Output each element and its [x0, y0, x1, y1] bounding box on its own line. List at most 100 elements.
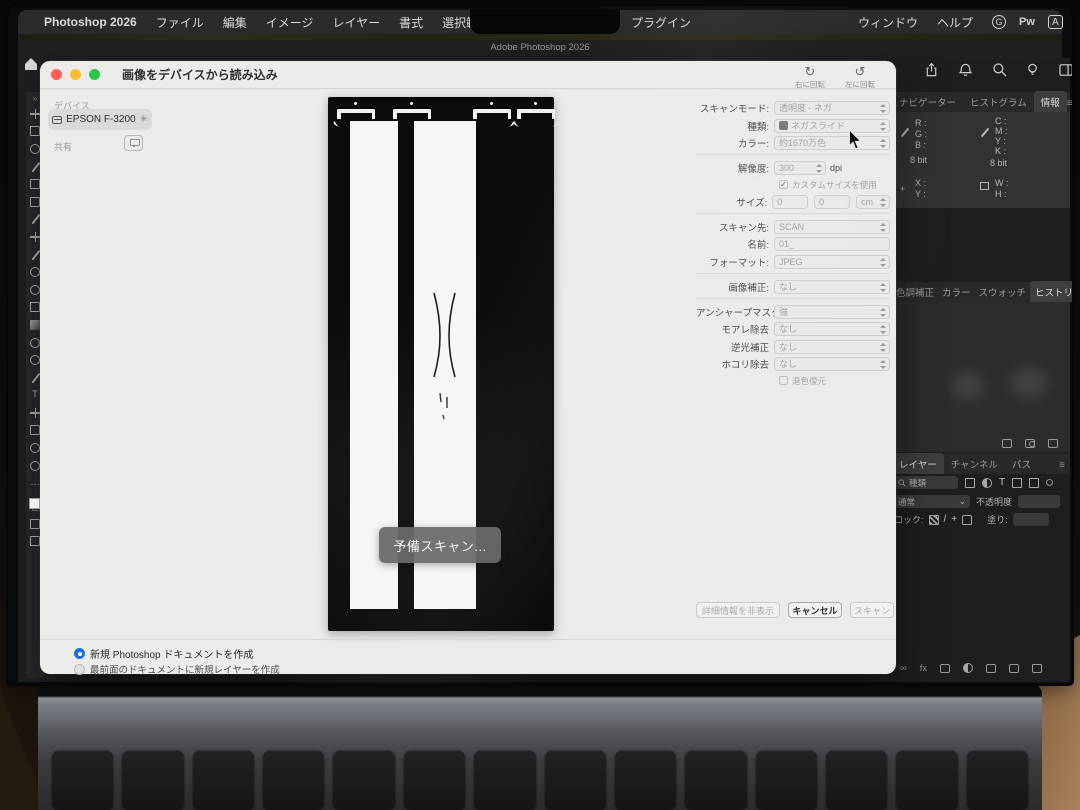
scan-mode-select[interactable]: 透明度 - ネガ	[774, 101, 890, 115]
eyedropper-tool-icon[interactable]	[30, 214, 40, 224]
menu-help[interactable]: ヘルプ	[937, 14, 973, 31]
tab-color[interactable]: カラー	[938, 281, 975, 302]
layer-filter-select[interactable]: 種類	[894, 476, 958, 489]
pen-tool-icon[interactable]	[30, 373, 40, 383]
cancel-button[interactable]: キャンセル	[788, 602, 842, 618]
scan-to-select[interactable]: SCAN	[774, 220, 890, 234]
screen-mode-icon[interactable]	[30, 536, 40, 546]
lock-transparency-icon[interactable]	[929, 515, 939, 525]
shared-device-icon[interactable]	[124, 135, 143, 151]
color-select[interactable]: 約1670万色	[774, 136, 890, 150]
filter-shape-layers-icon[interactable]	[1012, 478, 1022, 488]
size-height-field[interactable]: 0	[814, 195, 850, 209]
scan-button[interactable]: スキャン	[850, 602, 894, 618]
quick-selection-tool-icon[interactable]	[30, 162, 40, 172]
dust-removal-select[interactable]: なし	[774, 357, 890, 371]
path-selection-tool-icon[interactable]	[30, 408, 40, 418]
tab-navigator[interactable]: ナビゲーター	[892, 91, 963, 112]
filter-toggle-icon[interactable]	[1046, 479, 1053, 486]
clone-stamp-tool-icon[interactable]	[30, 267, 40, 277]
notifications-bell-icon[interactable]	[958, 62, 973, 83]
input-source-icon[interactable]: A	[1048, 15, 1063, 29]
quick-mask-icon[interactable]	[30, 519, 40, 529]
image-correction-select[interactable]: なし	[774, 280, 890, 294]
new-document-from-state-icon[interactable]	[1002, 439, 1012, 448]
new-snapshot-icon[interactable]	[1025, 439, 1035, 448]
home-icon[interactable]	[25, 60, 37, 70]
zoom-button[interactable]	[89, 69, 100, 80]
descreening-select[interactable]: なし	[774, 322, 890, 336]
gradient-tool-icon[interactable]	[30, 320, 40, 330]
menu-edit[interactable]: 編集	[223, 14, 247, 31]
rotate-left-button[interactable]: ↺ 左に回転	[836, 65, 884, 90]
layer-effects-icon[interactable]: fx	[920, 663, 927, 674]
custom-size-checkbox[interactable]: ✓ カスタムサイズを使用	[779, 179, 890, 191]
tab-channels[interactable]: チャンネル	[944, 453, 1005, 474]
minimize-button[interactable]	[70, 69, 81, 80]
link-layers-icon[interactable]: ∞	[900, 663, 907, 674]
marquee-tool-icon[interactable]	[30, 126, 40, 136]
lasso-tool-icon[interactable]	[30, 144, 40, 154]
size-width-field[interactable]: 0	[772, 195, 808, 209]
tab-history[interactable]: ヒストリー	[1030, 281, 1072, 302]
menu-layer[interactable]: レイヤー	[332, 14, 380, 31]
tab-swatches[interactable]: スウォッチ	[975, 281, 1031, 302]
new-group-icon[interactable]	[986, 664, 996, 673]
eraser-tool-icon[interactable]	[30, 302, 40, 312]
filter-smart-objects-icon[interactable]	[1029, 478, 1039, 488]
delete-state-icon[interactable]	[1048, 439, 1058, 448]
arrange-panels-icon[interactable]	[1059, 63, 1072, 82]
hide-details-button[interactable]: 詳細情報を非表示	[696, 602, 780, 618]
tab-info[interactable]: 情報	[1034, 91, 1067, 112]
menu-file[interactable]: ファイル	[156, 14, 204, 31]
brush-tool-icon[interactable]	[30, 250, 40, 260]
close-button[interactable]	[51, 69, 62, 80]
tab-histogram[interactable]: ヒストグラム	[963, 91, 1034, 112]
menu-plugins[interactable]: プラグイン	[631, 14, 691, 31]
search-icon[interactable]	[992, 62, 1007, 82]
circle-g-status-icon[interactable]: G	[992, 15, 1006, 29]
delete-layer-icon[interactable]	[1032, 664, 1042, 673]
lock-paint-icon[interactable]: /	[944, 515, 947, 525]
format-select[interactable]: JPEG	[774, 255, 890, 269]
lock-all-icon[interactable]	[962, 515, 972, 525]
radio-new-layer[interactable]: 最前面のドキュメントに新規レイヤーを作成	[74, 662, 280, 676]
filter-pixel-layers-icon[interactable]	[965, 478, 975, 488]
hand-tool-icon[interactable]	[30, 443, 40, 453]
device-item-epson[interactable]: EPSON F-3200 ✳	[48, 109, 152, 130]
kind-select[interactable]: ネガスライド	[774, 119, 890, 133]
move-tool-icon[interactable]	[30, 109, 40, 119]
pw-status-icon[interactable]: Pw	[1019, 16, 1035, 28]
discover-lightbulb-icon[interactable]	[1025, 62, 1040, 83]
menu-app-name[interactable]: Photoshop 2026	[44, 15, 137, 29]
history-brush-tool-icon[interactable]	[30, 285, 40, 295]
size-unit-select[interactable]: cm	[856, 195, 890, 209]
lock-position-icon[interactable]: +	[951, 515, 957, 525]
unsharp-mask-select[interactable]: 強	[774, 305, 890, 319]
tab-paths[interactable]: パス	[1005, 453, 1038, 474]
healing-brush-tool-icon[interactable]	[30, 232, 40, 242]
fade-restore-checkbox[interactable]: 退色復元	[779, 375, 890, 387]
opacity-field[interactable]	[1018, 495, 1060, 508]
more-tools-icon[interactable]: …	[30, 478, 40, 488]
filter-adjustment-layers-icon[interactable]	[982, 478, 992, 488]
menu-type[interactable]: 書式	[399, 14, 423, 31]
radio-new-document[interactable]: 新規 Photoshop ドキュメントを作成	[74, 646, 253, 661]
tab-adjustments[interactable]: 色調補正	[892, 281, 938, 302]
rotate-right-button[interactable]: ↻ 右に回転	[786, 65, 834, 90]
type-tool-icon[interactable]: T	[30, 390, 40, 400]
share-icon[interactable]	[924, 62, 939, 83]
toolbar-collapse-icon[interactable]: »	[33, 94, 37, 104]
zoom-tool-icon[interactable]	[30, 461, 40, 471]
blend-mode-select[interactable]: 通常⌄	[894, 495, 970, 508]
tab-layers[interactable]: レイヤー	[892, 453, 944, 474]
dodge-tool-icon[interactable]	[30, 355, 40, 365]
resolution-select[interactable]: 300	[774, 161, 826, 175]
crop-tool-icon[interactable]	[30, 179, 40, 189]
filter-type-layers-icon[interactable]: T	[999, 478, 1005, 488]
adjustment-layer-icon[interactable]	[963, 663, 973, 673]
menu-image[interactable]: イメージ	[266, 14, 314, 31]
shape-tool-icon[interactable]	[30, 425, 40, 435]
blur-tool-icon[interactable]	[30, 338, 40, 348]
name-field[interactable]: 01_	[774, 237, 890, 251]
